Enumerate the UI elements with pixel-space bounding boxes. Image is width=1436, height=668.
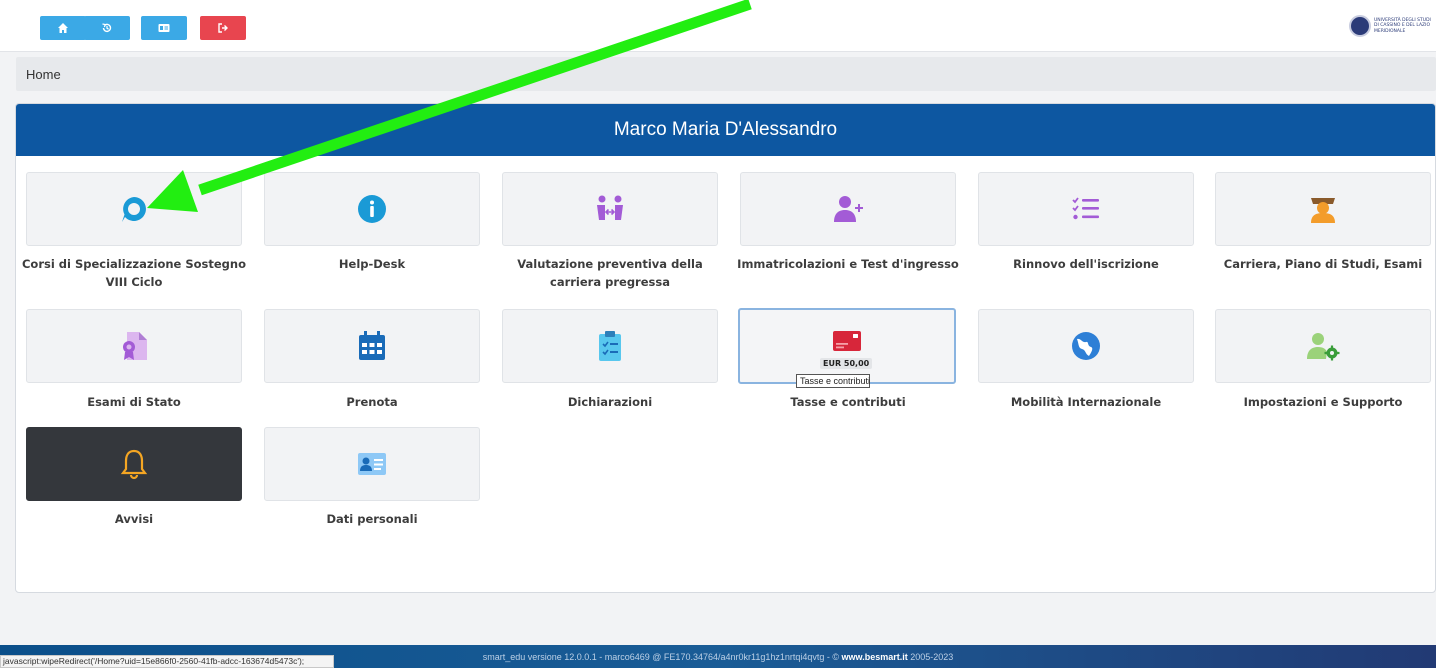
id-card-icon	[158, 24, 170, 32]
contact-card-icon	[358, 453, 386, 475]
main-panel: Marco Maria D'Alessandro Corsi di Specia…	[15, 103, 1436, 593]
clipboard-icon	[599, 331, 621, 361]
people-exchange-icon	[597, 195, 623, 220]
tile-avvisi[interactable]	[26, 427, 242, 501]
chat-bubble-icon	[122, 197, 146, 222]
tile-mobilita-internazionale[interactable]	[978, 309, 1194, 383]
tile-label: Rinnovo dell'iscrizione	[1013, 257, 1159, 271]
tile-carriera[interactable]	[1215, 172, 1431, 246]
tile-label: Immatricolazioni e Test d'ingresso	[737, 257, 959, 271]
tile-prenota[interactable]	[264, 309, 480, 383]
tile-label: Impostazioni e Supporto	[1243, 395, 1403, 409]
user-add-icon	[834, 196, 863, 222]
info-icon	[358, 195, 386, 223]
browser-status-url: javascript:wipeRedirect('/Home?uid=15e86…	[0, 655, 334, 668]
tile-dati-personali[interactable]	[264, 427, 480, 501]
tile-immatricolazioni[interactable]	[740, 172, 956, 246]
tile-label: Esami di Stato	[87, 395, 181, 409]
id-card-button[interactable]	[141, 16, 187, 40]
university-logo-text: UNIVERSITÀ DEGLI STUDI DI CASSINO E DEL …	[1374, 17, 1431, 34]
footer-version-text: smart_edu versione 12.0.0.1 - marco6469 …	[482, 651, 840, 662]
tile-label: Corsi di Specializzazione Sostegno VIII …	[21, 257, 246, 289]
footer-brand-link[interactable]: www.besmart.it	[842, 652, 908, 662]
breadcrumb: Home	[16, 57, 1436, 91]
university-logo: UNIVERSITÀ DEGLI STUDI DI CASSINO E DEL …	[1349, 15, 1432, 37]
tile-label: Dati personali	[326, 512, 418, 526]
user-name: Marco Maria D'Alessandro	[613, 119, 838, 140]
certificate-icon	[123, 332, 147, 360]
checklist-icon	[1072, 197, 1099, 220]
home-icon	[58, 23, 68, 33]
tile-help-desk[interactable]	[264, 172, 480, 246]
tile-dichiarazioni[interactable]	[502, 309, 718, 383]
user-settings-icon	[1307, 333, 1340, 361]
tasse-tooltip: Tasse e contributi	[796, 374, 870, 388]
home-button[interactable]	[40, 16, 86, 40]
tile-label: Tasse e contributi	[790, 395, 906, 409]
amount-due-badge: EUR 50,00	[820, 358, 873, 369]
calendar-icon	[359, 331, 385, 360]
university-seal-icon	[1349, 15, 1371, 37]
credit-card-icon	[833, 331, 861, 351]
breadcrumb-home[interactable]: Home	[26, 67, 61, 82]
globe-icon	[1072, 332, 1100, 360]
top-toolbar: UNIVERSITÀ DEGLI STUDI DI CASSINO E DEL …	[0, 0, 1436, 52]
panel-header: Marco Maria D'Alessandro	[16, 104, 1435, 156]
history-button[interactable]	[84, 16, 130, 40]
tile-tasse-contributi[interactable]: EUR 50,00	[738, 308, 956, 384]
tile-valutazione-carriera[interactable]	[502, 172, 718, 246]
tile-label: Dichiarazioni	[567, 395, 653, 409]
bell-icon	[120, 449, 148, 480]
footer-years: 2005-2023	[910, 651, 954, 662]
graduate-icon	[1311, 198, 1335, 223]
tile-label: Help-Desk	[338, 257, 406, 271]
logout-button[interactable]	[200, 16, 246, 40]
tile-label: Mobilità Internazionale	[1010, 395, 1162, 409]
tile-rinnovo-iscrizione[interactable]	[978, 172, 1194, 246]
tile-label: Carriera, Piano di Studi, Esami	[1223, 257, 1423, 271]
tile-esami-stato[interactable]	[26, 309, 242, 383]
tile-label: Valutazione preventiva della carriera pr…	[517, 257, 703, 289]
tile-impostazioni-supporto[interactable]	[1215, 309, 1431, 383]
tile-label: Prenota	[346, 395, 398, 409]
history-icon	[102, 23, 112, 32]
tile-corsi-specializzazione[interactable]	[26, 172, 242, 246]
tile-label: Avvisi	[114, 512, 154, 526]
logout-icon	[218, 23, 228, 33]
